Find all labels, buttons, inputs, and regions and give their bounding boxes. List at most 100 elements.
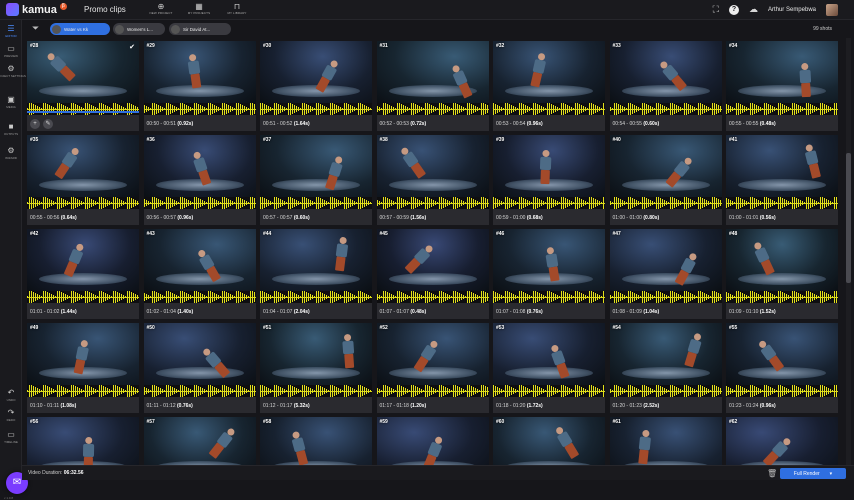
- filter-chip[interactable]: Sir David At...: [169, 23, 231, 35]
- shot-card[interactable]: #50 01:11 - 01:12 (0.76s): [143, 323, 256, 413]
- shot-thumbnail[interactable]: #28 ✔: [27, 41, 139, 103]
- shot-card[interactable]: #43 01:02 - 01:04 (1.40s): [143, 229, 256, 319]
- cloud-icon[interactable]: ☁: [749, 3, 758, 16]
- fullscreen-icon[interactable]: ⛶: [713, 3, 719, 16]
- sidebar-item-outputs[interactable]: ■ OUTPUTS: [0, 122, 22, 136]
- shot-thumbnail[interactable]: #60: [493, 417, 605, 465]
- shot-card[interactable]: #33 00:54 - 00:55 (0.60s): [609, 41, 722, 131]
- user-name[interactable]: Arthur Sempebwa: [768, 7, 816, 13]
- scrollbar-thumb[interactable]: [846, 153, 851, 283]
- shot-thumbnail[interactable]: #44: [260, 229, 372, 291]
- shot-card[interactable]: #49 01:10 - 01:11 (1.08s): [27, 323, 139, 413]
- shot-thumbnail[interactable]: #34: [726, 41, 838, 103]
- trash-icon[interactable]: 🗑: [767, 469, 777, 478]
- nav-my-library[interactable]: ⊓ MY LIBRARY: [224, 2, 250, 15]
- shot-card[interactable]: #30 00:51 - 00:52 (1.64s): [260, 41, 372, 131]
- sidebar-item-undo[interactable]: ↶ UNDO: [0, 388, 22, 402]
- shot-card[interactable]: #42 01:01 - 01:02 (1.44s): [27, 229, 139, 319]
- shot-card[interactable]: #62: [726, 417, 838, 465]
- shot-card[interactable]: #52 01:17 - 01:18 (1.20s): [376, 323, 489, 413]
- shot-card[interactable]: #46 01:07 - 01:08 (0.76s): [493, 229, 605, 319]
- shot-thumbnail[interactable]: #39: [493, 135, 605, 197]
- shot-thumbnail[interactable]: #41: [726, 135, 838, 197]
- shot-card[interactable]: #39 00:59 - 01:00 (0.68s): [493, 135, 605, 225]
- shot-card[interactable]: #32 00:53 - 00:54 (0.96s): [493, 41, 605, 131]
- sidebar-item-media[interactable]: ▣ MEDIA: [0, 95, 22, 109]
- shot-card[interactable]: #59: [376, 417, 489, 465]
- shot-card[interactable]: #36 00:56 - 00:57 (0.96s): [143, 135, 256, 225]
- shot-card[interactable]: #58: [260, 417, 372, 465]
- shot-card[interactable]: #44 01:04 - 01:07 (2.04s): [260, 229, 372, 319]
- avatar[interactable]: [826, 3, 838, 16]
- shot-thumbnail[interactable]: #52: [376, 323, 489, 385]
- shot-card[interactable]: #56: [27, 417, 139, 465]
- shot-card[interactable]: #61: [609, 417, 722, 465]
- sidebar-item-editor[interactable]: ☰ EDITOR: [0, 24, 22, 38]
- shot-thumbnail[interactable]: #62: [726, 417, 838, 465]
- shot-thumbnail[interactable]: #37: [260, 135, 372, 197]
- checkmark-icon[interactable]: ✔: [129, 43, 135, 51]
- shot-thumbnail[interactable]: #36: [143, 135, 256, 197]
- shot-card[interactable]: #28 ✔ + ✎: [27, 41, 139, 131]
- shot-thumbnail[interactable]: #48: [726, 229, 838, 291]
- shot-thumbnail[interactable]: #46: [493, 229, 605, 291]
- shot-thumbnail[interactable]: #59: [376, 417, 489, 465]
- shot-thumbnail[interactable]: #55: [726, 323, 838, 385]
- shot-card[interactable]: #53 01:18 - 01:20 (1.72s): [493, 323, 605, 413]
- shot-thumbnail[interactable]: #40: [609, 135, 722, 197]
- shot-thumbnail[interactable]: #51: [260, 323, 372, 385]
- shot-thumbnail[interactable]: #47: [609, 229, 722, 291]
- shot-thumbnail[interactable]: #58: [260, 417, 372, 465]
- shot-thumbnail[interactable]: #30: [260, 41, 372, 103]
- add-icon[interactable]: +: [30, 119, 40, 129]
- shot-card[interactable]: #60: [493, 417, 605, 465]
- sidebar-item-timeline[interactable]: ▭ TIMELINE: [0, 430, 22, 444]
- shot-card[interactable]: #29 00:50 - 00:51 (0.92s): [143, 41, 256, 131]
- filter-icon[interactable]: ⏷: [32, 23, 39, 34]
- shot-card[interactable]: #41 01:00 - 01:01 (0.56s): [726, 135, 838, 225]
- shot-card[interactable]: #35 00:55 - 00:56 (0.64s): [27, 135, 139, 225]
- shot-thumbnail[interactable]: #35: [27, 135, 139, 197]
- shot-card[interactable]: #54 01:20 - 01:23 (2.52s): [609, 323, 722, 413]
- shot-thumbnail[interactable]: #43: [143, 229, 256, 291]
- shot-thumbnail[interactable]: #38: [376, 135, 489, 197]
- shot-thumbnail[interactable]: #42: [27, 229, 139, 291]
- shot-thumbnail[interactable]: #53: [493, 323, 605, 385]
- shot-thumbnail[interactable]: #61: [609, 417, 722, 465]
- shot-card[interactable]: #34 00:55 - 00:55 (0.48s): [726, 41, 838, 131]
- shot-card[interactable]: #40 01:00 - 01:00 (0.80s): [609, 135, 722, 225]
- scrollbar[interactable]: [846, 38, 851, 465]
- filter-chip[interactable]: Women's L...: [113, 23, 165, 35]
- chevron-down-icon[interactable]: ▾: [830, 471, 833, 477]
- shot-card[interactable]: #57: [143, 417, 256, 465]
- sidebar-item-wizard[interactable]: ⚙ WIZARD: [0, 146, 22, 160]
- shot-thumbnail[interactable]: #57: [143, 417, 256, 465]
- shot-card[interactable]: #55 01:23 - 01:24 (0.96s): [726, 323, 838, 413]
- shot-card[interactable]: #45 01:07 - 01:07 (0.48s): [376, 229, 489, 319]
- shot-card[interactable]: #37 00:57 - 00:57 (0.60s): [260, 135, 372, 225]
- kamua-logo[interactable]: kamua β: [6, 3, 67, 16]
- filter-chip[interactable]: Water vs Kk: [50, 23, 110, 35]
- shot-card[interactable]: #48 01:09 - 01:10 (1.52s): [726, 229, 838, 319]
- shot-card[interactable]: #51 01:12 - 01:17 (5.32s): [260, 323, 372, 413]
- shot-thumbnail[interactable]: #49: [27, 323, 139, 385]
- help-icon[interactable]: ?: [728, 4, 739, 15]
- sidebar-item-preview[interactable]: ▭ PREVIEW: [0, 44, 22, 58]
- shot-thumbnail[interactable]: #32: [493, 41, 605, 103]
- shot-card[interactable]: #31 00:52 - 00:53 (0.72s): [376, 41, 489, 131]
- sidebar-item-project-settings[interactable]: ⚙PROJECT SETTINGS: [0, 64, 26, 78]
- shot-thumbnail[interactable]: #31: [376, 41, 489, 103]
- shot-thumbnail[interactable]: #29: [143, 41, 256, 103]
- shot-card[interactable]: #38 00:57 - 00:59 (1.56s): [376, 135, 489, 225]
- shot-thumbnail[interactable]: #45: [376, 229, 489, 291]
- shot-thumbnail[interactable]: #33: [609, 41, 722, 103]
- shot-thumbnail[interactable]: #56: [27, 417, 139, 465]
- nav-new-project[interactable]: ⊕ NEW PROJECT: [148, 2, 174, 15]
- shot-thumbnail[interactable]: #54: [609, 323, 722, 385]
- shot-thumbnail[interactable]: #50: [143, 323, 256, 385]
- nav-my-projects[interactable]: ▦ MY PROJECTS: [186, 2, 212, 15]
- edit-icon[interactable]: ✎: [43, 119, 53, 129]
- shot-card[interactable]: #47 01:08 - 01:09 (1.04s): [609, 229, 722, 319]
- full-render-button[interactable]: Full Render ▾: [780, 468, 846, 479]
- sidebar-item-redo[interactable]: ↷ REDO: [0, 408, 22, 422]
